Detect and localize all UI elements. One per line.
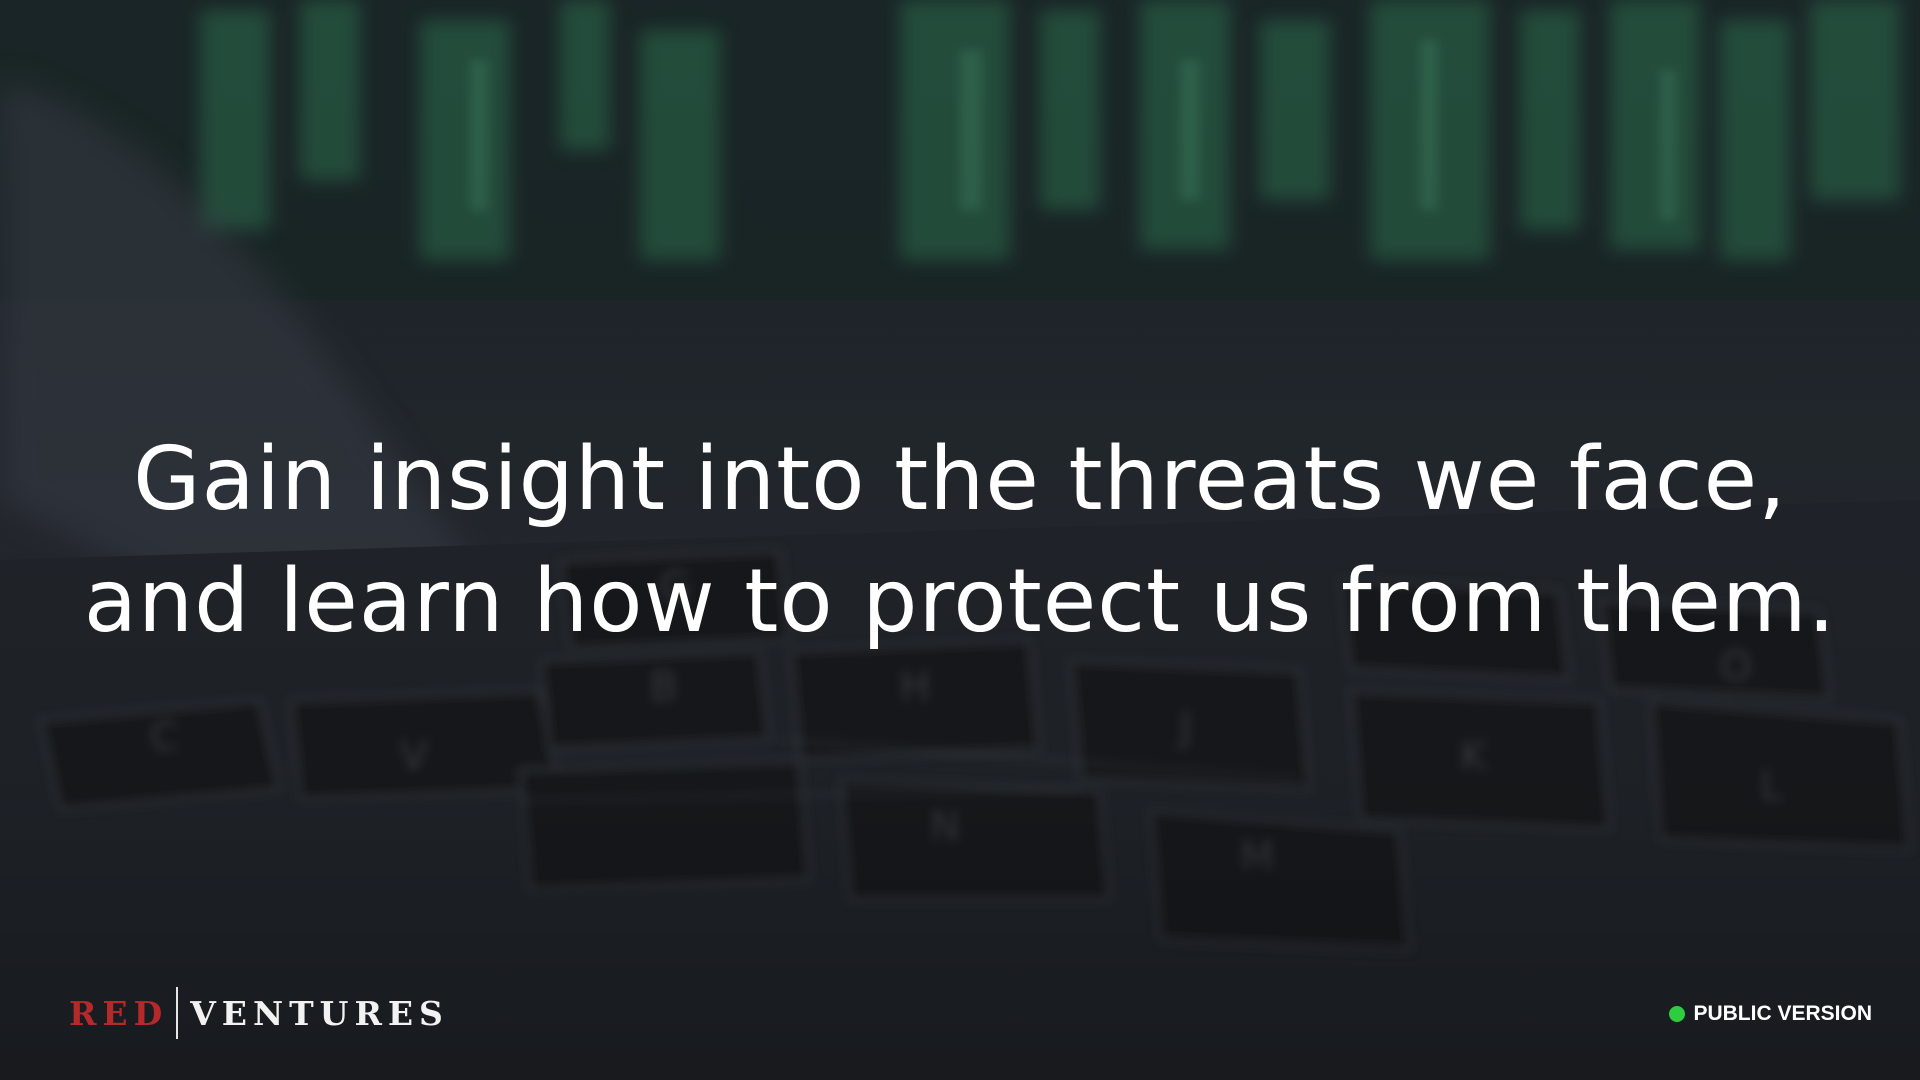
headline-line-1: Gain insight into the threats we face, — [133, 428, 1787, 530]
status-label: PUBLIC VERSION — [1693, 1002, 1872, 1025]
status-badge: PUBLIC VERSION — [1669, 1001, 1872, 1027]
logo-text-ventures: VENTURES — [190, 993, 449, 1033]
headline: Gain insight into the threats we face, a… — [0, 418, 1920, 662]
logo-divider — [176, 987, 179, 1039]
logo-text-red: RED — [69, 993, 169, 1033]
status-dot-icon — [1669, 1006, 1686, 1022]
red-ventures-logo: RED VENTURES — [69, 985, 449, 1041]
slide: C V B H J K L N M G O Gain insight into … — [0, 0, 1920, 1080]
headline-line-2: and learn how to protect us from them. — [83, 550, 1837, 652]
